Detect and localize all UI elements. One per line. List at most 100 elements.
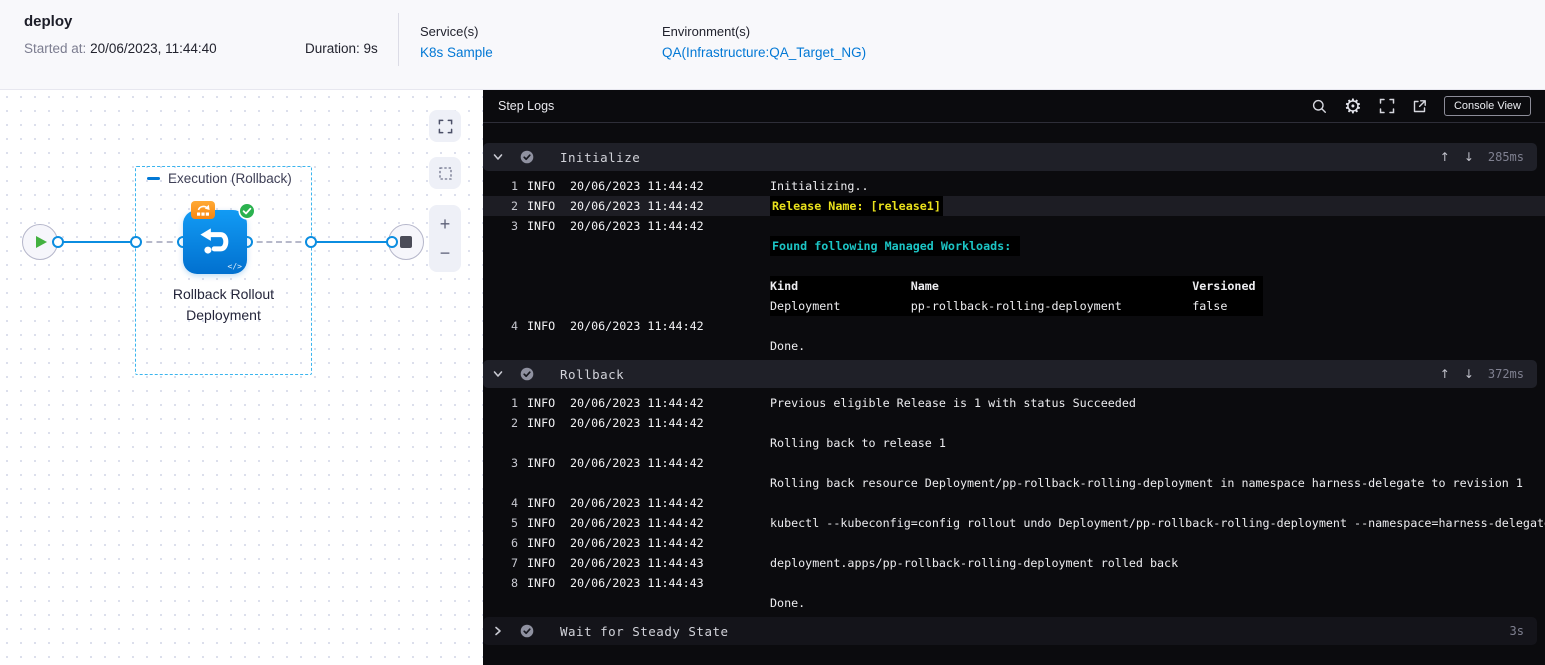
scroll-to-top-icon[interactable]: ↑ — [1440, 367, 1450, 381]
log-line: Rolling back resource Deployment/pp-roll… — [483, 473, 1545, 493]
log-timestamp: 20/06/2023 11:44:42 — [570, 496, 704, 510]
log-timestamp: 20/06/2023 11:44:42 — [570, 219, 704, 233]
edge-group-to-end — [311, 241, 392, 243]
log-line-number: 3 — [510, 456, 518, 470]
collapse-group-icon[interactable] — [147, 176, 160, 180]
edge-start-to-group — [58, 241, 136, 243]
open-in-new-icon[interactable] — [1412, 99, 1427, 114]
log-line: 7 INFO 20/06/2023 11:44:43 deployment.ap… — [483, 553, 1545, 573]
log-section: Wait for Steady State ↑ ↓ 3s — [483, 617, 1545, 645]
log-line-number — [493, 276, 518, 296]
duration-value: 9s — [363, 41, 378, 56]
port — [52, 236, 64, 248]
log-timestamp: 20/06/2023 11:44:42 — [570, 319, 704, 333]
log-level: INFO — [527, 516, 556, 530]
log-toolbar: Step Logs ⚙ Console View — [483, 90, 1545, 123]
log-section-header[interactable]: Initialize ↑ ↓ 285ms — [483, 143, 1537, 171]
log-level — [527, 433, 557, 453]
started-at-label: Started at: — [24, 41, 87, 56]
started-at: Started at: 20/06/2023, 11:44:40 — [24, 41, 217, 56]
marquee-select-button[interactable] — [429, 157, 461, 189]
log-timestamp — [570, 276, 707, 296]
pipeline-canvas[interactable]: Execution (Rollback) </> Rollback Rollou… — [0, 90, 483, 665]
log-level: INFO — [527, 179, 556, 193]
stop-icon — [400, 236, 412, 248]
expand-logs-icon[interactable] — [1379, 98, 1395, 114]
log-line-number: 6 — [510, 536, 518, 550]
log-line-number: 8 — [510, 576, 518, 590]
log-message: Release Name: [release1] — [770, 196, 943, 216]
log-line-number: 2 — [510, 416, 518, 430]
log-timestamp — [570, 433, 707, 453]
section-duration: 372ms — [1487, 367, 1524, 381]
log-message: deployment.apps/pp-rollback-rolling-depl… — [770, 556, 1179, 570]
log-line: 5 INFO 20/06/2023 11:44:42 kubectl --kub… — [483, 513, 1545, 533]
log-line: 2 INFO 20/06/2023 11:44:42 Release Name:… — [483, 196, 1545, 216]
log-level — [527, 336, 557, 356]
gear-icon[interactable]: ⚙ — [1344, 96, 1362, 116]
log-level — [527, 296, 557, 316]
console-view-button[interactable]: Console View — [1443, 96, 1531, 116]
check-circle-icon — [520, 150, 534, 164]
execution-group-label: Execution (Rollback) — [147, 167, 292, 189]
chevron-right-icon[interactable] — [492, 625, 506, 637]
zoom-out-button[interactable]: − — [440, 244, 451, 262]
service-link[interactable]: K8s Sample — [420, 45, 493, 60]
log-level: INFO — [527, 456, 556, 470]
log-line-number — [493, 473, 518, 493]
environment-link[interactable]: QA(Infrastructure:QA_Target_NG) — [662, 45, 866, 60]
zoom-controls: + − — [429, 205, 461, 272]
canvas-fullscreen-button[interactable] — [429, 110, 461, 142]
log-message: Found following Managed Workloads: — [770, 236, 1021, 256]
log-level: INFO — [527, 576, 556, 590]
execution-group-title: Execution (Rollback) — [168, 170, 292, 186]
port — [386, 236, 398, 248]
log-timestamp: 20/06/2023 11:44:42 — [570, 456, 704, 470]
search-icon[interactable] — [1312, 99, 1327, 114]
log-line: Done. — [483, 336, 1545, 356]
log-line: 8 INFO 20/06/2023 11:44:43 — [483, 573, 1545, 593]
pipeline-execution-page: deploy Started at: 20/06/2023, 11:44:40 … — [0, 0, 1545, 665]
log-message: Rolling back resource Deployment/pp-roll… — [770, 476, 1523, 490]
log-level: INFO — [527, 319, 556, 333]
chevron-down-icon[interactable] — [492, 151, 506, 163]
log-line-number — [493, 433, 518, 453]
log-timestamp: 20/06/2023 11:44:43 — [570, 576, 704, 590]
log-line-number: 4 — [510, 319, 518, 333]
duration-label: Duration: — [305, 41, 360, 56]
log-section-header[interactable]: Rollback ↑ ↓ 372ms — [483, 360, 1537, 388]
log-line-number: 1 — [510, 396, 518, 410]
log-panel-title: Step Logs — [498, 99, 555, 113]
log-line: Kind Name Versioned — [483, 276, 1545, 296]
log-level: INFO — [527, 396, 556, 410]
log-message: Kind Name Versioned — [770, 276, 1263, 296]
services-block: Service(s) K8s Sample — [420, 24, 493, 60]
step-node-label: Rollback Rollout Deployment — [172, 286, 275, 323]
log-section-header[interactable]: Wait for Steady State ↑ ↓ 3s — [483, 617, 1537, 645]
rollback-step-node[interactable]: </> — [183, 201, 256, 274]
log-line — [483, 256, 1545, 276]
scroll-to-bottom-icon[interactable]: ↓ — [1464, 150, 1474, 164]
scroll-to-top-icon[interactable]: ↑ — [1440, 150, 1450, 164]
log-section-title: Initialize — [560, 149, 641, 165]
log-level: INFO — [527, 556, 556, 570]
log-level: INFO — [527, 416, 556, 430]
log-line-number — [493, 336, 518, 356]
log-line-number — [493, 236, 518, 256]
log-section-title: Wait for Steady State — [560, 623, 729, 639]
log-line: 4 INFO 20/06/2023 11:44:42 — [483, 493, 1545, 513]
log-timestamp — [570, 336, 707, 356]
log-timestamp — [570, 473, 707, 493]
log-message: Deployment pp-rollback-rolling-deploymen… — [770, 296, 1263, 316]
scroll-to-bottom-icon[interactable]: ↓ — [1464, 367, 1474, 381]
log-line-number: 7 — [510, 556, 518, 570]
log-line-number — [493, 256, 518, 276]
check-circle-icon — [520, 624, 534, 638]
log-line-number: 3 — [510, 219, 518, 233]
log-section: Initialize ↑ ↓ 285ms 1 INFO 20/06/2023 1… — [483, 143, 1545, 360]
chevron-down-icon[interactable] — [492, 368, 506, 380]
log-timestamp: 20/06/2023 11:44:42 — [570, 396, 704, 410]
log-level: INFO — [527, 219, 556, 233]
log-timestamp: 20/06/2023 11:44:42 — [570, 179, 704, 193]
zoom-in-button[interactable]: + — [440, 215, 451, 233]
